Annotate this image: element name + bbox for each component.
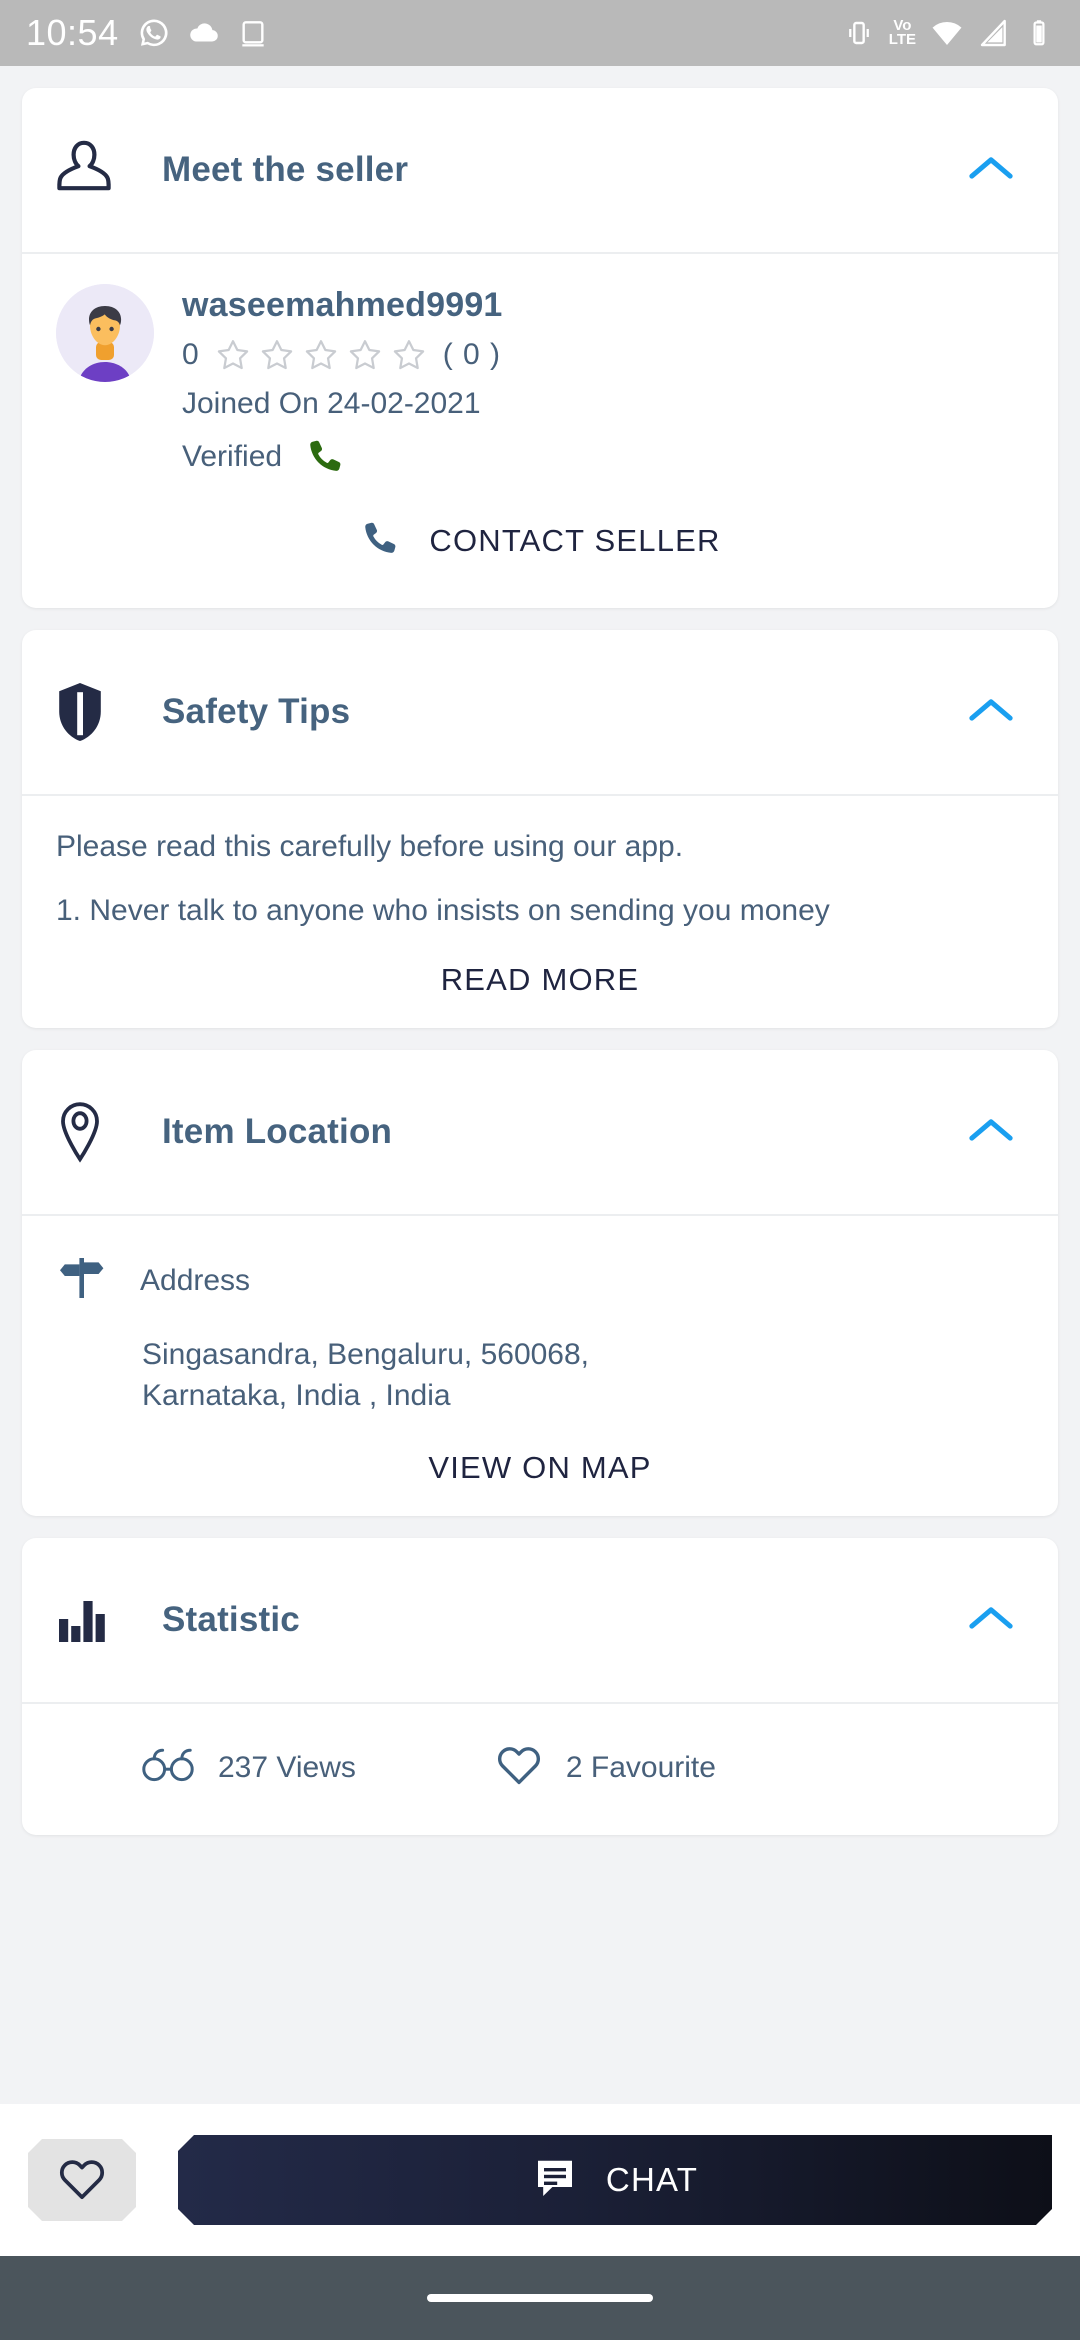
cloud-icon <box>189 23 218 42</box>
phone-icon <box>359 517 403 564</box>
heart-outline-icon <box>496 1744 542 1791</box>
star-rating <box>215 337 427 373</box>
chevron-up-icon[interactable] <box>968 696 1014 729</box>
bar-chart-icon <box>56 1594 120 1646</box>
verified-label: Verified <box>182 440 283 473</box>
glasses-icon <box>142 1748 194 1787</box>
system-navigation-bar <box>0 2256 1080 2340</box>
app-screen: 10:54 Vo LTE Meet the seller waseemahmed… <box>0 0 1080 2340</box>
item-location-card: Item Location Address Singasandra, Benga… <box>22 1050 1058 1516</box>
address-value: Singasandra, Bengaluru, 560068, Karnatak… <box>142 1338 590 1412</box>
safety-tips-body: Please read this carefully before using … <box>22 796 1058 1028</box>
views-stat: 237 Views <box>142 1748 356 1787</box>
status-bar-clock: 10:54 <box>26 12 119 53</box>
chat-label: CHAT <box>605 2161 699 2198</box>
address-label: Address <box>140 1263 251 1297</box>
statistic-card: Statistic 237 Views 2 Favourite <box>22 1538 1058 1835</box>
seller-card-header[interactable]: Meet the seller <box>22 88 1058 252</box>
statistic-body: 237 Views 2 Favourite <box>22 1704 1058 1835</box>
star-icon <box>217 340 248 370</box>
scroll-content: Meet the seller waseemahmed9991 0 (0) … <box>0 88 1080 1835</box>
status-bar: 10:54 Vo LTE <box>0 0 1080 66</box>
wifi-icon <box>932 21 962 46</box>
bottom-action-bar: CHAT <box>0 2104 1080 2256</box>
favourites-stat: 2 Favourite <box>496 1744 716 1791</box>
seller-body: waseemahmed9991 0 ( 0 ) Joined On 24-02-… <box>22 254 1058 608</box>
statistic-title: Statistic <box>162 1600 300 1639</box>
item-location-body: Address Singasandra, Bengaluru, 560068, … <box>22 1216 1058 1516</box>
heart-outline-icon <box>58 2157 106 2204</box>
battery-icon <box>1033 20 1045 46</box>
star-icon <box>261 340 292 370</box>
chevron-up-icon[interactable] <box>968 1604 1014 1637</box>
seller-card: Meet the seller waseemahmed9991 0 (0) … <box>22 88 1058 608</box>
chevron-up-icon[interactable] <box>968 1116 1014 1149</box>
rating-count: ( 0 ) <box>442 338 502 371</box>
seller-rating-row: 0 ( 0 ) <box>182 337 503 373</box>
item-location-title: Item Location <box>162 1112 393 1151</box>
favourite-button[interactable] <box>28 2139 136 2221</box>
avatar <box>56 284 154 382</box>
read-more-button[interactable]: READ MORE <box>56 962 1024 998</box>
seller-card-title: Meet the seller <box>162 150 409 189</box>
signal-icon <box>980 19 1006 47</box>
statistic-header[interactable]: Statistic <box>22 1538 1058 1702</box>
vibrate-icon <box>848 21 869 45</box>
contact-seller-label: CONTACT SELLER <box>429 522 721 558</box>
safety-tip-item: 1. Never talk to anyone who insists on s… <box>56 894 830 927</box>
safety-tips-title: Safety Tips <box>162 692 351 731</box>
views-count: 237 Views <box>218 1750 356 1784</box>
star-icon <box>305 340 336 370</box>
chevron-up-icon[interactable] <box>968 154 1014 187</box>
home-gesture-pill[interactable] <box>427 2294 653 2302</box>
seller-joined-date: Joined On 24-02-2021 <box>182 387 481 420</box>
star-icon <box>349 340 380 370</box>
chat-bubble-icon <box>532 2156 578 2205</box>
map-pin-icon <box>56 1101 120 1163</box>
volte-icon: Vo LTE <box>888 17 916 48</box>
safety-tips-card: Safety Tips Please read this carefully b… <box>22 630 1058 1028</box>
whatsapp-icon <box>140 19 168 47</box>
rating-value: 0 <box>182 338 199 371</box>
shield-icon <box>56 681 120 743</box>
view-on-map-button[interactable]: VIEW ON MAP <box>56 1450 1024 1486</box>
item-location-header[interactable]: Item Location <box>22 1050 1058 1214</box>
screencast-icon <box>241 21 264 47</box>
chat-button[interactable]: CHAT <box>178 2135 1052 2225</box>
safety-tips-header[interactable]: Safety Tips <box>22 630 1058 794</box>
star-icon <box>393 340 424 370</box>
signpost-icon <box>56 1252 108 1309</box>
person-outline-icon <box>56 138 120 202</box>
seller-verified-row: Verified <box>182 435 503 479</box>
safety-tips-intro: Please read this carefully before using … <box>56 830 684 863</box>
seller-username: waseemahmed9991 <box>182 286 503 324</box>
favourites-count: 2 Favourite <box>565 1750 716 1784</box>
contact-seller-button[interactable]: CONTACT SELLER <box>56 517 1024 564</box>
phone-green-icon <box>304 435 348 479</box>
